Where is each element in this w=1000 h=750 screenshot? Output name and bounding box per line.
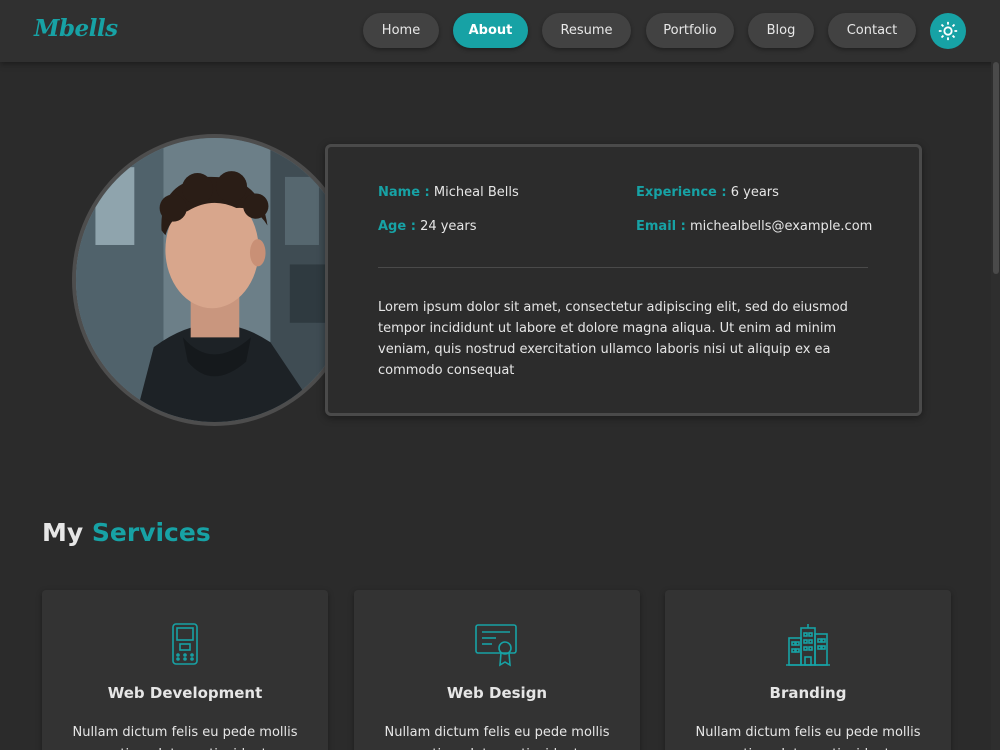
age-label: Age :	[378, 219, 416, 234]
bio-text: Lorem ipsum dolor sit amet, consectetur …	[378, 300, 848, 378]
nav-resume-button[interactable]: Resume	[542, 13, 631, 48]
info-experience: Experience : 6 years	[636, 185, 779, 200]
info-name: Name : Micheal Bells	[378, 185, 519, 200]
nav-about-button[interactable]: About	[453, 13, 528, 48]
page-scrollbar[interactable]	[991, 62, 1000, 750]
service-description: Nullam dictum felis eu pede mollis preti…	[384, 725, 610, 750]
service-description: Nullam dictum felis eu pede mollis preti…	[695, 725, 921, 750]
info-age: Age : 24 years	[378, 219, 477, 234]
email-value[interactable]: michealbells@example.com	[690, 219, 872, 234]
about-info-card: Name : Micheal Bells Experience : 6 year…	[325, 144, 922, 416]
profile-photo	[72, 134, 357, 426]
site-header: Mbells Home About Resume Portfolio Blog …	[0, 0, 1000, 62]
nav-contact-button[interactable]: Contact	[828, 13, 916, 48]
nav-blog-button[interactable]: Blog	[748, 13, 814, 48]
email-label: Email :	[636, 219, 686, 234]
nav-home-button[interactable]: Home	[363, 13, 439, 48]
service-title: Branding	[769, 684, 847, 702]
buildings-icon	[786, 624, 830, 666]
services-heading-part1: My	[42, 518, 84, 547]
experience-label: Experience :	[636, 185, 727, 200]
service-description: Nullam dictum felis eu pede mollis preti…	[72, 725, 298, 750]
service-card-web-development[interactable]: Web Development Nullam dictum felis eu p…	[42, 590, 328, 750]
scrollbar-thumb[interactable]	[993, 62, 999, 274]
name-value: Micheal Bells	[433, 185, 519, 200]
service-card-branding[interactable]: Branding Nullam dictum felis eu pede mol…	[665, 590, 951, 750]
gear-icon	[938, 21, 958, 41]
experience-value: 6 years	[730, 185, 779, 200]
name-label: Name :	[378, 185, 430, 200]
service-title: Web Design	[446, 684, 548, 702]
services-heading: My Services	[42, 518, 211, 547]
settings-button[interactable]	[930, 13, 966, 49]
info-divider	[378, 267, 868, 268]
service-card-web-design[interactable]: Web Design Nullam dictum felis eu pede m…	[354, 590, 640, 750]
site-logo[interactable]: Mbells	[34, 15, 118, 42]
nav-portfolio-button[interactable]: Portfolio	[646, 13, 734, 48]
age-value: 24 years	[420, 219, 477, 234]
service-title: Web Development	[107, 684, 263, 702]
certificate-icon	[475, 624, 517, 667]
services-heading-part2: Services	[91, 518, 211, 547]
info-email: Email : michealbells@example.com	[636, 219, 872, 234]
mobile-phone-icon	[172, 623, 198, 665]
